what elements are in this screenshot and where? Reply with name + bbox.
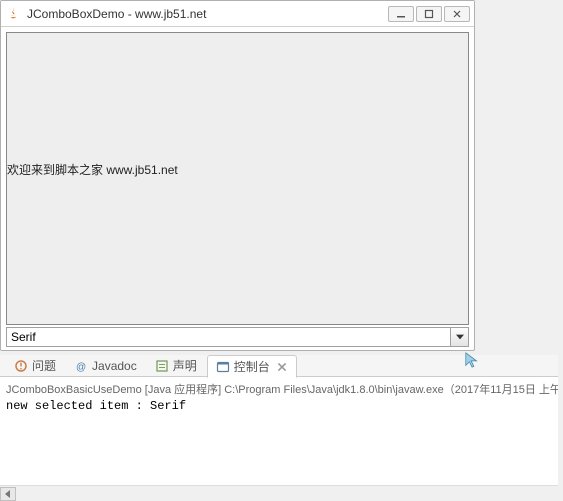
svg-text:@: @ — [76, 362, 86, 373]
close-icon[interactable] — [276, 361, 288, 373]
tab-problems[interactable]: 问题 — [6, 355, 64, 376]
window-title: JComboBoxDemo - www.jb51.net — [27, 7, 388, 21]
console-icon — [216, 360, 230, 374]
ide-bottom-panel: 问题 @ Javadoc 声明 控制台 JComboBoxBasicUseDem… — [0, 355, 558, 501]
tab-label: 控制台 — [234, 358, 270, 375]
horizontal-scrollbar[interactable] — [0, 485, 558, 501]
tab-label: Javadoc — [92, 359, 137, 373]
declaration-icon — [155, 359, 169, 373]
javadoc-icon: @ — [74, 359, 88, 373]
scroll-left-button[interactable] — [0, 487, 16, 501]
app-window: JComboBoxDemo - www.jb51.net 欢迎来到脚本之家 ww… — [0, 0, 475, 351]
window-controls — [388, 6, 470, 22]
maximize-button[interactable] — [416, 6, 442, 22]
combobox-input[interactable] — [6, 327, 451, 347]
font-combobox[interactable] — [6, 327, 469, 347]
combobox-dropdown-button[interactable] — [451, 327, 469, 347]
panel-tabs: 问题 @ Javadoc 声明 控制台 — [0, 355, 558, 377]
close-button[interactable] — [444, 6, 470, 22]
java-icon — [5, 6, 21, 22]
console-process-label: JComboBoxBasicUseDemo [Java 应用程序] C:\Pro… — [6, 381, 552, 397]
window-client-area: 欢迎来到脚本之家 www.jb51.net — [1, 27, 474, 350]
tab-label: 问题 — [32, 357, 56, 374]
tab-label: 声明 — [173, 357, 197, 374]
problems-icon — [14, 359, 28, 373]
tab-console[interactable]: 控制台 — [207, 355, 297, 378]
tab-javadoc[interactable]: @ Javadoc — [66, 357, 145, 375]
console-view[interactable]: JComboBoxBasicUseDemo [Java 应用程序] C:\Pro… — [0, 377, 558, 485]
preview-text: 欢迎来到脚本之家 www.jb51.net — [7, 161, 178, 178]
preview-panel: 欢迎来到脚本之家 www.jb51.net — [6, 32, 469, 325]
title-bar[interactable]: JComboBoxDemo - www.jb51.net — [1, 1, 474, 27]
console-output-line: new selected item : Serif — [6, 399, 552, 413]
tab-declaration[interactable]: 声明 — [147, 355, 205, 376]
minimize-button[interactable] — [388, 6, 414, 22]
